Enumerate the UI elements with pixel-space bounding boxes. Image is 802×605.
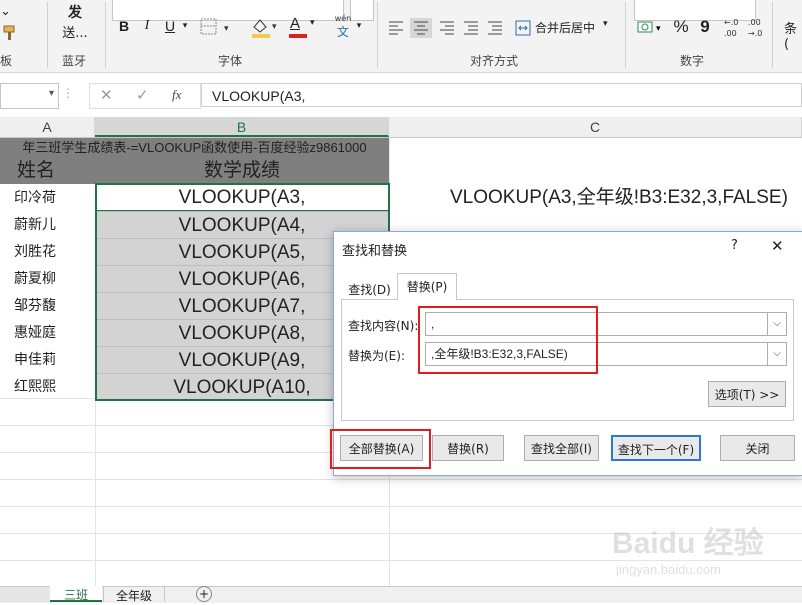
c3-cell[interactable]: VLOOKUP(A3,全年级!B3:E32,3,FALSE) [450,184,802,211]
formula-bar: ▾ ⋮ ✕ ✓ fx VLOOKUP(A3, [0,78,802,112]
confirm-icon[interactable]: ✓ [136,86,149,104]
wen-label: wén [334,14,352,23]
column-header-b[interactable]: B [95,117,389,137]
name-cell[interactable]: 蔚夏柳 [0,265,95,292]
close-icon[interactable]: ✕ [771,237,784,255]
svg-text:▾: ▾ [656,24,661,34]
find-next-button[interactable]: 查找下一个(F) [611,435,701,461]
tab-scroll[interactable] [0,587,50,602]
name-cell[interactable]: 刘胜花 [0,238,95,265]
replace-button[interactable]: 替换(R) [432,435,504,461]
merge-label: 合并后居中 [535,21,596,35]
options-button[interactable]: 选项(T) >> [708,381,786,407]
active-cell-border [96,184,389,211]
number-group-label: 数字 [680,54,705,68]
name-cell[interactable]: 申佳莉 [0,346,95,373]
conditional-format-label[interactable]: 条( [784,18,802,52]
send-label: 发 [68,5,82,21]
svg-text:→.0: →.0 [748,29,762,38]
help-icon[interactable]: ? [731,238,738,253]
header-name-cell[interactable]: 姓名 [0,158,95,184]
formula-buttons: ✕ ✓ fx [89,83,201,109]
watermark-url: jingyan.baidu.com [616,562,721,577]
bluetooth-group-label: 蓝牙 [62,54,87,68]
italic-button[interactable]: I [140,15,154,37]
tab-find[interactable]: 查找(D) [342,279,397,301]
merge-center-button[interactable]: 合并后居中 ▾ [515,18,615,38]
name-cell[interactable]: 邹芬馥 [0,292,95,319]
fill-color-icon[interactable]: ▾ [250,15,282,39]
chevron-down-icon[interactable]: ▾ [354,15,364,37]
tab-sheet-grade[interactable]: 全年级 [103,587,165,603]
font-color-icon[interactable]: A ▾ [288,15,322,39]
cancel-icon[interactable]: ✕ [100,86,113,104]
chevron-down-icon[interactable]: ⌵ [767,313,786,335]
svg-text:▾: ▾ [224,24,229,34]
title-cell[interactable]: 年三班学生成绩表-=VLOOKUP函数使用-百度经验z9861000 [0,138,389,158]
find-replace-dialog: 查找和替换 ? ✕ 查找(D) 替换(P) 查找内容(N): , ⌵ 替换为(E… [330,231,802,476]
insert-function-icon[interactable]: fx [172,87,181,103]
dialog-title: 查找和替换 [342,244,408,259]
name-box[interactable]: ▾ [0,83,59,109]
svg-text:▾: ▾ [272,22,277,32]
formula-input[interactable]: VLOOKUP(A3, [201,83,802,107]
highlight-box [418,306,598,374]
align-group-label: 对齐方式 [470,54,519,68]
name-cell[interactable]: 蔚新儿 [0,211,95,238]
format-painter-icon[interactable] [2,24,20,42]
chevron-down-icon: ▾ [603,19,608,29]
add-sheet-icon[interactable]: + [196,586,212,602]
percent-button[interactable]: % [672,16,690,38]
align-buttons [386,18,506,38]
more-icon: ⋮ [62,86,74,100]
chevron-down-icon[interactable]: ⌵ [767,343,786,365]
name-cell[interactable]: 红熙熙 [0,373,95,400]
column-header-c[interactable]: C [389,117,802,137]
close-button[interactable]: 关闭 [720,435,795,461]
sheet-tab-bar: 三班 全年级 + [0,586,802,603]
ribbon: ⌄ 板 发 送... 蓝牙 B I U ▾ ▾ ▾ A ▾ wén 文 ▾ 字体 [0,0,802,73]
watermark-brand: Baidu 经验 [612,527,764,560]
find-label: 查找内容(N): [348,319,419,333]
chevron-down-icon[interactable]: ▾ [180,15,190,37]
wen-char: 文 [336,25,349,39]
decimal-buttons[interactable]: ←.0 .00 .00 →.0 [722,14,770,40]
bold-button[interactable]: B [116,15,132,37]
font-color-letter: A [290,15,301,32]
chevron-down-icon[interactable]: ⌄ [0,4,11,19]
send-button[interactable]: 发 送... [58,2,92,41]
baidu-watermark: Baidu 经验 jingyan.baidu.com [612,518,802,586]
underline-button[interactable]: U [163,15,177,37]
chevron-down-icon: ▾ [48,88,54,99]
send-label-2: 送... [62,26,88,41]
find-all-button[interactable]: 查找全部(I) [524,435,599,461]
phonetic-button[interactable]: wén 文 [333,14,353,40]
borders-icon[interactable]: ▾ [200,18,236,36]
name-cell[interactable]: 惠娅庭 [0,319,95,346]
highlight-box [330,429,431,469]
svg-text:←.0: ←.0 [724,18,738,27]
comma-style-button[interactable]: 9 [698,16,712,38]
name-cell[interactable]: 印冷荷 [0,184,95,211]
clipboard-group-label: 板 [0,54,13,68]
tab-replace[interactable]: 替换(P) [397,273,457,300]
column-header-a[interactable]: A [0,117,95,137]
currency-icon[interactable]: ▾ [636,16,666,38]
header-score-cell[interactable]: 数学成绩 [95,158,389,184]
replace-label: 替换为(E): [348,349,405,363]
svg-text:.00: .00 [748,18,761,27]
tab-sheet-class[interactable]: 三班 [50,586,102,602]
font-group-label: 字体 [218,54,243,68]
column-header-row: A B C [0,117,802,138]
svg-text:.00: .00 [724,29,737,38]
